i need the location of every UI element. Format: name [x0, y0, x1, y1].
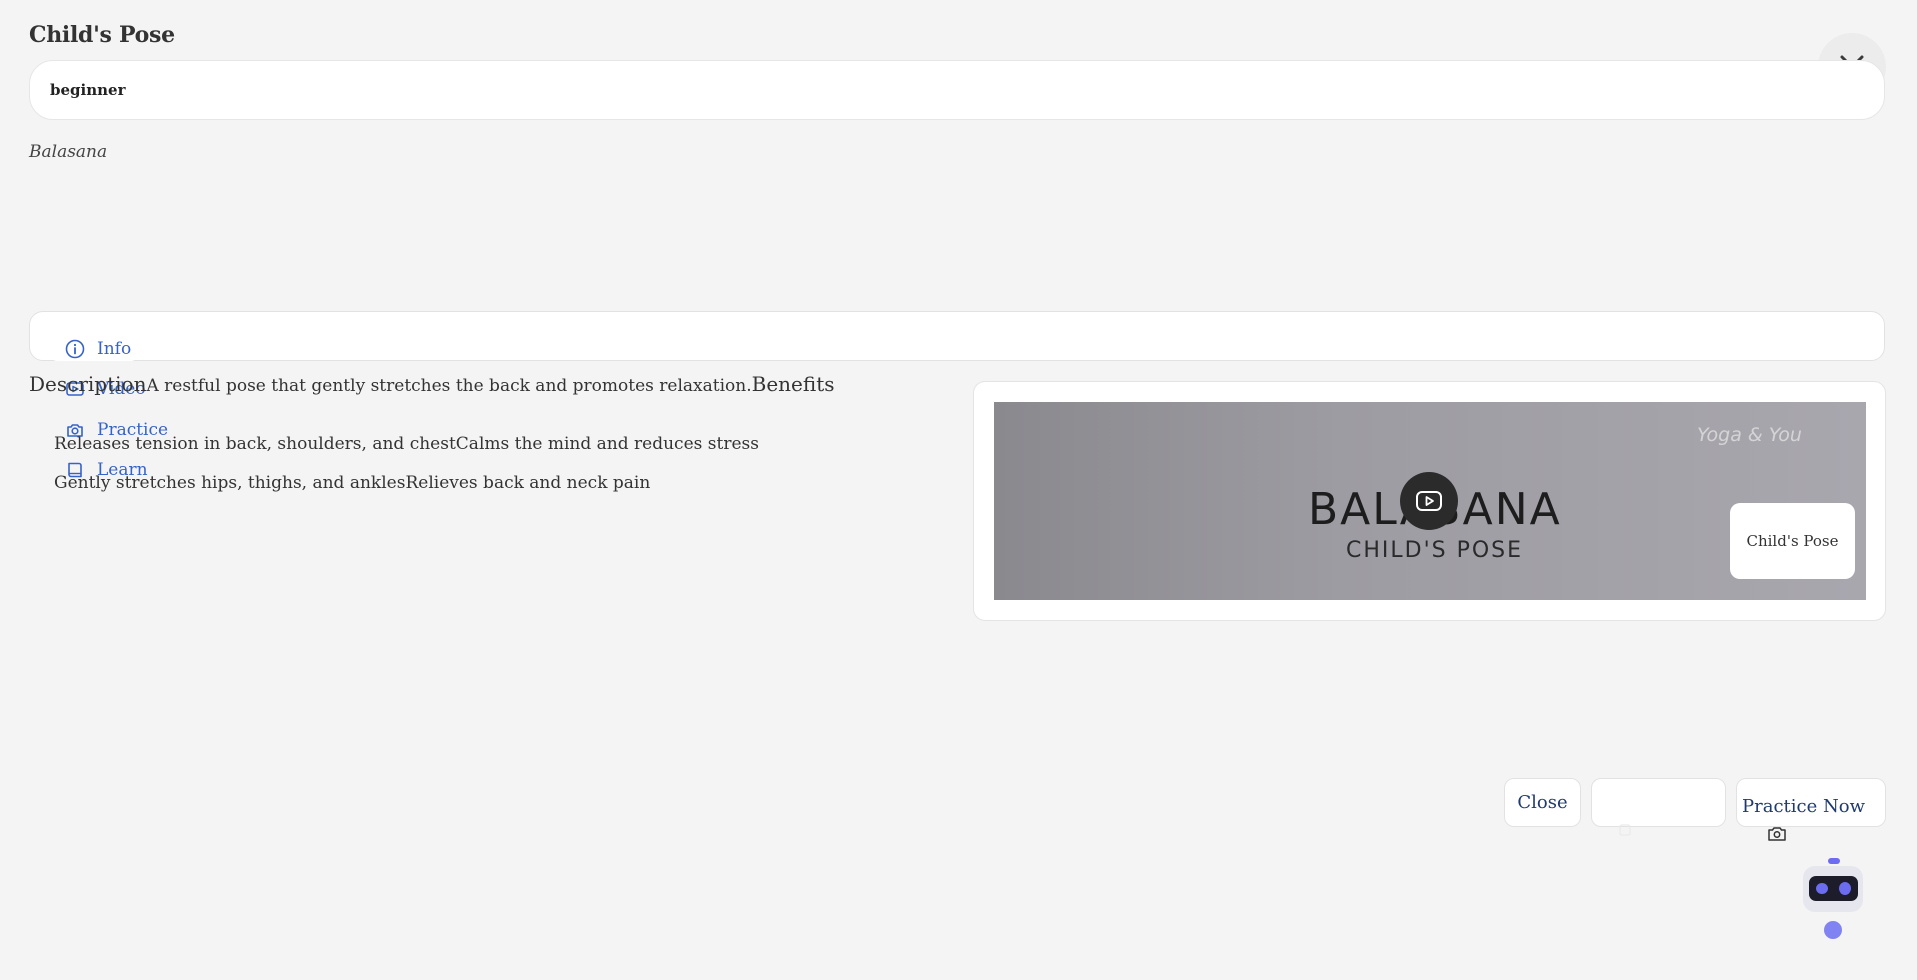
- description-heading: Description: [29, 372, 147, 396]
- description-text: A restful pose that gently stretches the…: [146, 376, 752, 396]
- video-caption-label: Child's Pose: [1746, 532, 1839, 550]
- info-icon: [65, 339, 85, 359]
- robot-eye-right: [1839, 882, 1851, 895]
- difficulty-value: beginner: [50, 81, 126, 99]
- robot-antenna: [1828, 858, 1840, 864]
- close-button-label: Close: [1517, 792, 1568, 813]
- benefit-item: Releases tension in back, shoulders, and…: [54, 434, 456, 454]
- play-video-button[interactable]: [1400, 472, 1458, 530]
- page-title: Child's Pose: [29, 22, 175, 48]
- description-block: DescriptionA restful pose that gently st…: [29, 372, 835, 396]
- benefits-row: Releases tension in back, shoulders, and…: [54, 434, 759, 454]
- video-subtitle-text: CHILD'S POSE: [1346, 538, 1524, 563]
- faint-icon: [1618, 822, 1632, 841]
- robot-eye-left: [1816, 883, 1828, 894]
- secondary-button[interactable]: [1591, 778, 1726, 827]
- close-button[interactable]: Close: [1504, 778, 1581, 827]
- tab-bar: [29, 311, 1885, 361]
- tab-info[interactable]: Info: [51, 337, 138, 361]
- benefit-item: Relieves back and neck pain: [405, 473, 651, 493]
- benefit-item: Calms the mind and reduces stress: [455, 434, 759, 454]
- camera-icon: [1767, 825, 1787, 847]
- benefit-item: Gently stretches hips, thighs, and ankle…: [54, 473, 406, 493]
- tab-info-label: Info: [97, 339, 132, 359]
- difficulty-field: beginner: [29, 60, 1885, 120]
- benefits-row: Gently stretches hips, thighs, and ankle…: [54, 473, 650, 493]
- practice-now-label: Practice Now: [1742, 796, 1865, 817]
- sanskrit-name: Balasana: [29, 142, 108, 162]
- play-icon: [1416, 491, 1442, 511]
- assistant-status-dot: [1824, 921, 1842, 939]
- video-caption: Child's Pose: [1730, 503, 1855, 579]
- practice-now-button[interactable]: Practice Now: [1736, 778, 1886, 827]
- video-watermark: Yoga & You: [1697, 424, 1802, 446]
- benefits-heading: Benefits: [751, 372, 835, 396]
